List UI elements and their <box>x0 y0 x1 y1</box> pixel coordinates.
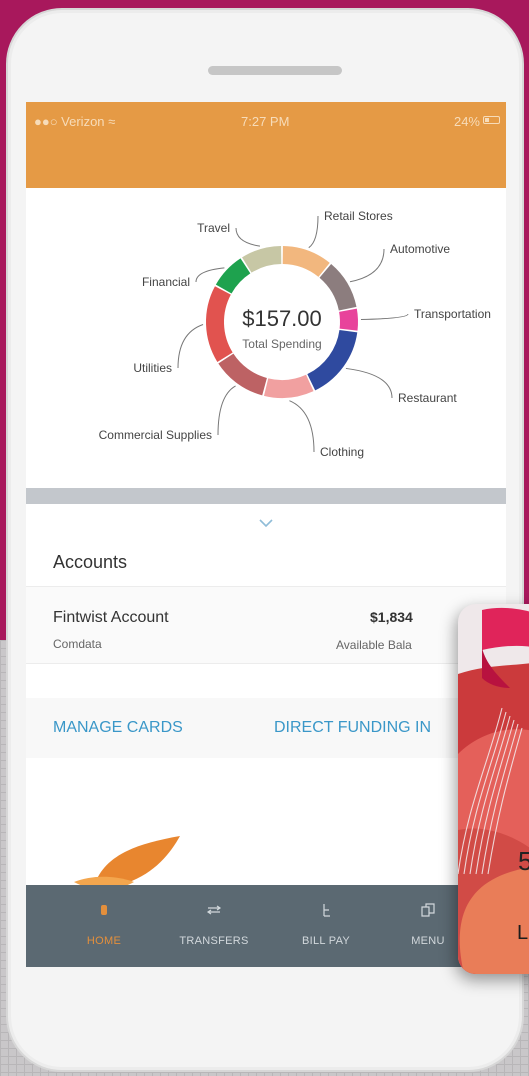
leader-line-commercial-supplies <box>217 385 236 436</box>
direct-funding-link[interactable]: DIRECT FUNDING IN <box>274 719 431 737</box>
leader-line-restaurant <box>345 367 393 399</box>
leader-line-transportation <box>360 313 409 321</box>
manage-cards-link[interactable]: MANAGE CARDS <box>53 719 183 737</box>
battery-icon <box>483 116 500 124</box>
account-name: Fintwist Account <box>53 609 169 626</box>
donut-slice-transportation[interactable] <box>339 308 358 331</box>
status-time: 7:27 PM <box>241 114 290 129</box>
slice-label-retail-stores: Retail Stores <box>324 209 393 223</box>
home-icon <box>101 905 107 915</box>
status-bar: ●●○ Verizon ≈ 7:27 PM 24% <box>26 102 506 188</box>
slice-label-utilities: Utilities <box>133 361 172 375</box>
bottom-tab-bar: HOME TRANSFERS BILL PAY MENU <box>26 885 506 967</box>
tab-bill-pay[interactable]: BILL PAY <box>278 885 374 967</box>
menu-icon <box>421 903 435 917</box>
total-spending-label: Total Spending <box>242 337 321 351</box>
donut-slice-clothing[interactable] <box>263 374 314 398</box>
slice-label-restaurant: Restaurant <box>398 391 457 405</box>
leader-line-retail-stores <box>308 215 319 249</box>
spending-donut-chart: Retail Stores Automotive Transportation Res… <box>99 209 491 459</box>
account-row[interactable]: Fintwist Account Comdata $1,834 Availabl… <box>26 586 506 664</box>
cardholder-name-fragment: L <box>517 922 529 944</box>
bill-pay-icon <box>323 904 330 917</box>
leader-line-automotive <box>349 248 385 283</box>
leader-line-clothing <box>289 400 315 453</box>
speaker-grille <box>208 66 342 75</box>
card-artwork <box>458 607 529 974</box>
total-spending-value: $157.00 <box>242 306 322 331</box>
slice-label-commercial-supplies: Commercial Supplies <box>99 428 212 442</box>
section-divider <box>26 488 506 504</box>
carrier-label: ●●○ Verizon ≈ <box>34 114 116 129</box>
slice-label-financial: Financial <box>142 275 190 289</box>
slice-label-automotive: Automotive <box>390 242 450 256</box>
spending-chart[interactable]: Retail Stores Automotive Transportation Res… <box>26 188 506 488</box>
payment-card: 5 L <box>458 604 529 974</box>
donut-slice-travel[interactable] <box>242 246 282 273</box>
tab-home[interactable]: HOME <box>56 885 152 967</box>
accounts-heading: Accounts <box>53 552 128 572</box>
tab-bill-pay-label: BILL PAY <box>301 935 351 947</box>
app-screen: ●●○ Verizon ≈ 7:27 PM 24% Retail Stores A… <box>26 102 506 967</box>
transfers-icon <box>206 905 222 915</box>
tab-transfers[interactable]: TRANSFERS <box>166 885 262 967</box>
slice-label-travel: Travel <box>197 221 230 235</box>
donut-slice-automotive[interactable] <box>319 264 357 311</box>
donut-slice-commercial-supplies[interactable] <box>218 353 268 396</box>
battery-percent: 24% <box>453 114 480 129</box>
leader-line-utilities <box>177 324 204 369</box>
slice-label-transportation: Transportation <box>414 307 491 321</box>
leader-line-travel <box>235 227 261 247</box>
card-number-fragment: 5 <box>518 846 529 876</box>
balance-label: Available Bala <box>336 638 412 652</box>
donut-slice-retail-stores[interactable] <box>282 246 330 278</box>
account-balance: $1,834 <box>370 609 413 625</box>
tab-home-label: HOME <box>86 935 122 947</box>
donut-slice-utilities[interactable] <box>206 286 233 362</box>
action-links: MANAGE CARDS DIRECT FUNDING IN <box>26 698 506 758</box>
chevron-down-icon[interactable] <box>258 518 274 528</box>
tab-transfers-label: TRANSFERS <box>179 935 249 947</box>
account-issuer: Comdata <box>53 637 102 651</box>
donut-slice-financial[interactable] <box>215 258 251 294</box>
slice-label-clothing: Clothing <box>320 445 364 459</box>
